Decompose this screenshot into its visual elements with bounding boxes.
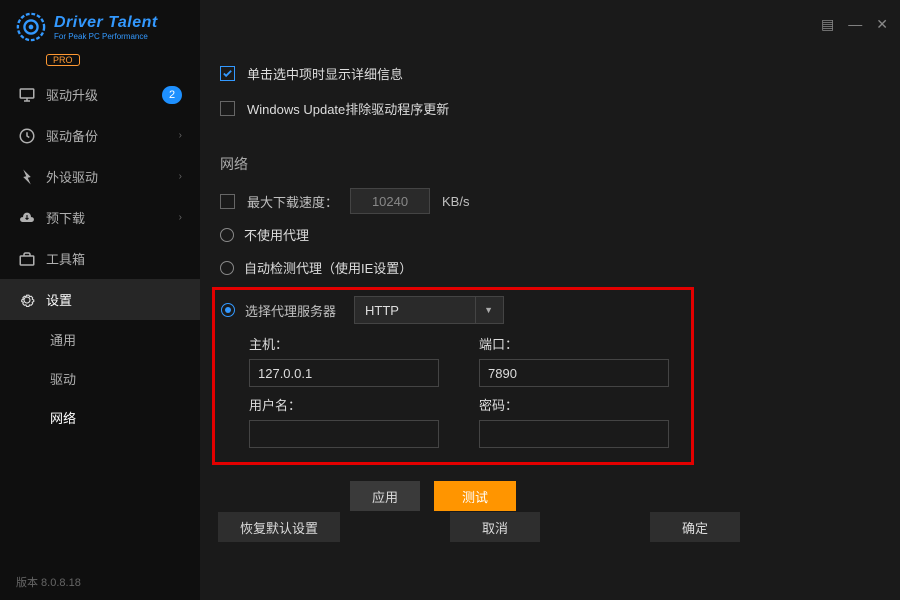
- backup-icon: [18, 127, 36, 145]
- radio-label: 选择代理服务器: [245, 301, 336, 320]
- max-speed-unit: KB/s: [442, 194, 469, 209]
- ok-button[interactable]: 确定: [650, 512, 740, 542]
- section-network-title: 网络: [220, 154, 880, 174]
- subnav-label: 通用: [50, 330, 76, 349]
- max-speed-input[interactable]: [350, 188, 430, 214]
- logo-area: Driver Talent For Peak PC Performance: [0, 0, 200, 58]
- nav-driver-backup[interactable]: 驱动备份 ›: [0, 115, 200, 156]
- apply-button[interactable]: 应用: [350, 481, 420, 511]
- nav-label: 外设驱动: [46, 167, 98, 186]
- test-button[interactable]: 测试: [434, 481, 516, 511]
- nav: 驱动升级 2 驱动备份 › 外设驱动 › 预下载 ›: [0, 74, 200, 564]
- max-speed-label: 最大下载速度：: [247, 192, 338, 211]
- username-label: 用户名：: [249, 395, 449, 414]
- nav-toolbox[interactable]: 工具箱: [0, 238, 200, 279]
- menu-icon[interactable]: ▤: [821, 16, 834, 33]
- radio-proxy-none[interactable]: [220, 228, 234, 242]
- app-tagline: For Peak PC Performance: [54, 32, 158, 41]
- toolbox-icon: [18, 250, 36, 268]
- sidebar: Driver Talent For Peak PC Performance PR…: [0, 0, 200, 600]
- dropdown-value: HTTP: [365, 303, 399, 318]
- subnav-network[interactable]: 网络: [30, 398, 200, 437]
- nav-settings[interactable]: 设置: [0, 279, 200, 320]
- footer-buttons: 恢复默认设置 取消 确定: [218, 512, 740, 542]
- radio-proxy-manual[interactable]: [221, 303, 235, 317]
- nav-label: 设置: [46, 290, 72, 309]
- chevron-right-icon: ›: [179, 171, 182, 182]
- radio-label: 不使用代理: [244, 225, 309, 244]
- nav-driver-upgrade[interactable]: 驱动升级 2: [0, 74, 200, 115]
- password-label: 密码：: [479, 395, 679, 414]
- password-input[interactable]: [479, 420, 669, 448]
- version-label: 版本 8.0.8.18: [0, 564, 200, 600]
- close-icon[interactable]: ✕: [876, 16, 888, 33]
- username-input[interactable]: [249, 420, 439, 448]
- checkbox-label: 单击选中项时显示详细信息: [247, 64, 403, 83]
- app-logo-icon: [16, 12, 46, 42]
- chevron-right-icon: ›: [179, 212, 182, 223]
- nav-label: 预下载: [46, 208, 85, 227]
- nav-predownload[interactable]: 预下载 ›: [0, 197, 200, 238]
- proxy-highlight: 选择代理服务器 HTTP ▼ 主机： 端口： 用户名： 密码：: [212, 287, 694, 465]
- proxy-protocol-dropdown[interactable]: HTTP ▼: [354, 296, 504, 324]
- radio-proxy-auto[interactable]: [220, 261, 234, 275]
- port-label: 端口：: [479, 334, 679, 353]
- gear-icon: [18, 291, 36, 309]
- restore-defaults-button[interactable]: 恢复默认设置: [218, 512, 340, 542]
- badge-count: 2: [162, 86, 182, 104]
- port-input[interactable]: [479, 359, 669, 387]
- settings-subnav: 通用 驱动 网络: [0, 320, 200, 437]
- nav-peripheral[interactable]: 外设驱动 ›: [0, 156, 200, 197]
- pro-badge: PRO: [46, 54, 80, 66]
- subnav-general[interactable]: 通用: [30, 320, 200, 359]
- checkbox-show-details[interactable]: [220, 66, 235, 81]
- nav-label: 驱动升级: [46, 85, 98, 104]
- minimize-icon[interactable]: —: [848, 16, 862, 32]
- nav-label: 工具箱: [46, 249, 85, 268]
- chevron-right-icon: ›: [179, 130, 182, 141]
- nav-label: 驱动备份: [46, 126, 98, 145]
- download-icon: [18, 209, 36, 227]
- subnav-drivers[interactable]: 驱动: [30, 359, 200, 398]
- app-name: Driver Talent: [54, 14, 158, 32]
- checkbox-exclude-wu[interactable]: [220, 101, 235, 116]
- peripheral-icon: [18, 168, 36, 186]
- host-input[interactable]: [249, 359, 439, 387]
- chevron-down-icon: ▼: [475, 297, 493, 323]
- checkbox-label: Windows Update排除驱动程序更新: [247, 99, 449, 118]
- cancel-button[interactable]: 取消: [450, 512, 540, 542]
- checkbox-max-speed[interactable]: [220, 194, 235, 209]
- host-label: 主机：: [249, 334, 449, 353]
- subnav-label: 驱动: [50, 369, 76, 388]
- subnav-label: 网络: [50, 408, 76, 427]
- radio-label: 自动检测代理（使用IE设置）: [244, 258, 412, 277]
- monitor-icon: [18, 86, 36, 104]
